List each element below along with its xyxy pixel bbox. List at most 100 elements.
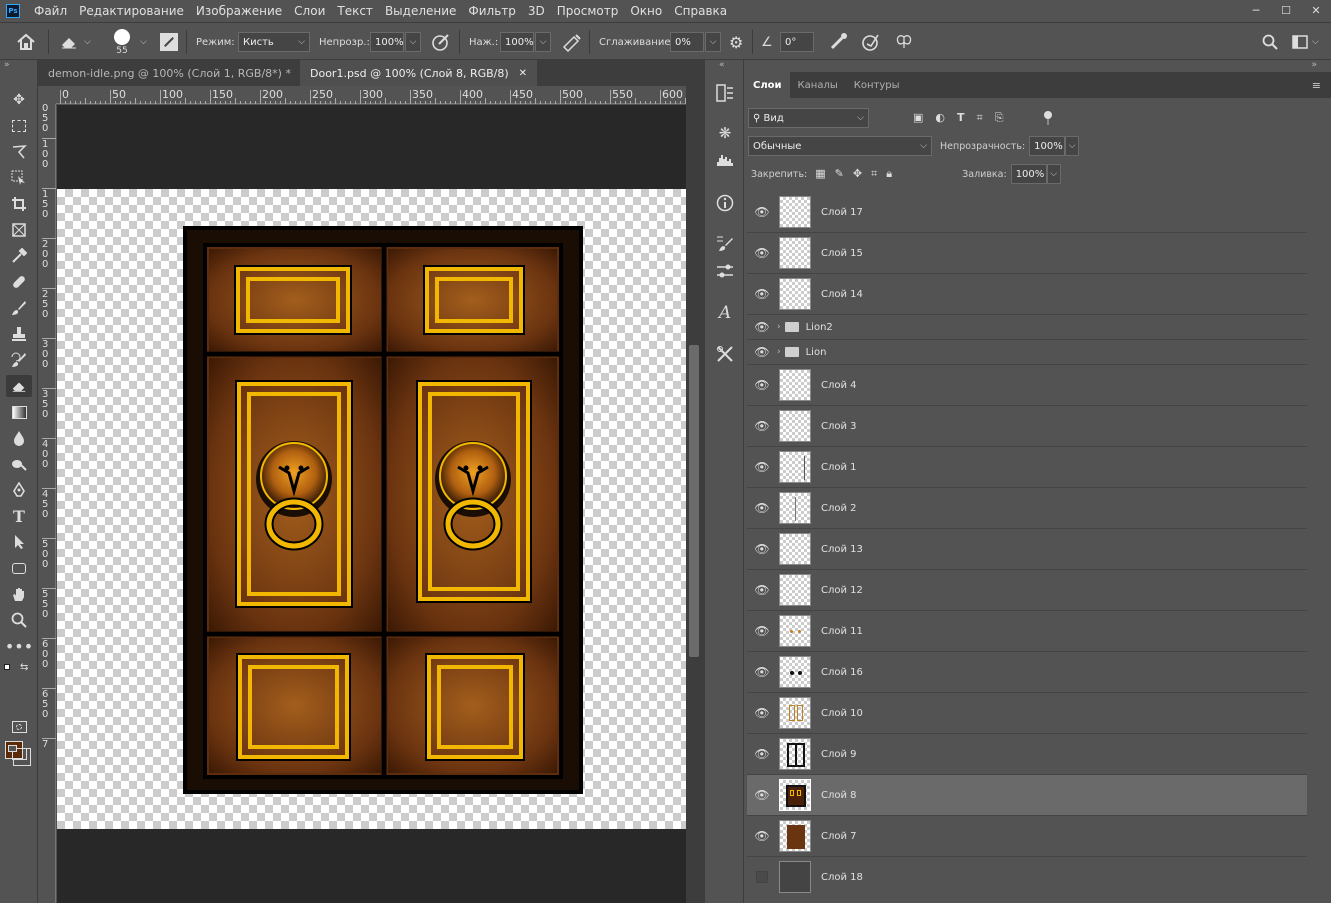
brush-tool-icon[interactable] [6,297,32,319]
menu-window[interactable]: Окно [624,4,668,18]
layer-group-row[interactable]: 👁︎ › Lion [747,340,1307,365]
angle-input[interactable]: 0° [780,32,814,52]
gear-icon[interactable]: ⚙ [729,23,743,61]
lasso-tool-icon[interactable] [6,141,32,163]
quick-mask-icon[interactable] [6,716,32,738]
menu-edit[interactable]: Редактирование [73,4,190,18]
collapse-dock-icon[interactable]: » [1311,60,1317,70]
path-selection-tool-icon[interactable] [6,531,32,553]
close-icon[interactable]: ✕ [519,68,527,79]
layer-row[interactable]: 👁︎ Слой 13 [747,529,1307,570]
filter-toggle-icon[interactable] [1043,111,1052,125]
eye-icon[interactable]: 👁︎ [751,378,773,392]
layer-row[interactable]: 👁︎ Слой 12 [747,570,1307,611]
doc-tab-door1[interactable]: Door1.psd @ 100% (Слой 8, RGB/8) ✕ [300,60,538,86]
filter-shape-icon[interactable]: ⌗ [977,111,983,125]
hand-tool-icon[interactable] [6,583,32,605]
crop-tool-icon[interactable] [6,193,32,215]
eye-icon[interactable]: 👁︎ [751,624,773,638]
minimize-icon[interactable]: ─ [1241,0,1271,20]
zoom-tool-icon[interactable] [6,609,32,631]
canvas-scroll-thumb[interactable] [689,345,699,657]
brush-presets-panel-icon[interactable] [713,232,737,254]
smoothing-input[interactable]: 0% [670,32,704,52]
flow-slider-toggle[interactable]: ⌵ [535,32,551,52]
layer-group-row[interactable]: 👁︎ › Lion2 [747,315,1307,340]
search-icon[interactable] [1262,23,1278,61]
lock-artboard-icon[interactable]: ⌗ [871,167,877,181]
eye-icon[interactable]: 👁︎ [751,583,773,597]
layer-fill-input[interactable]: 100% [1010,164,1047,184]
histogram-panel-icon[interactable] [713,149,737,171]
blur-tool-icon[interactable] [6,427,32,449]
maximize-icon[interactable]: ☐ [1271,0,1301,20]
eye-icon[interactable]: 👁︎ [751,542,773,556]
layer-row[interactable]: 👁︎ Слой 3 [747,406,1307,447]
blend-mode-dropdown[interactable]: Обычные ⌵ [748,136,932,156]
layer-opacity-input[interactable]: 100% [1029,136,1066,156]
adjustments-panel-icon[interactable] [713,260,737,282]
pressure-icon[interactable] [861,23,881,61]
menu-view[interactable]: Просмотр [551,4,625,18]
gradient-tool-icon[interactable] [6,401,32,423]
default-colors-icon[interactable] [4,664,14,672]
eye-icon[interactable]: 👁︎ [751,829,773,843]
menu-3d[interactable]: 3D [522,4,551,18]
filter-smart-object-icon[interactable]: ⎘ [995,111,1004,125]
opacity-slider-toggle[interactable]: ⌵ [405,32,421,52]
chevron-right-icon[interactable]: › [777,322,781,332]
layer-row[interactable]: 👁︎ Слой 17 [747,192,1307,233]
filter-pixel-icon[interactable]: ▣ [913,111,923,125]
layer-row[interactable]: 👁︎ Слой 8 [747,775,1307,816]
layer-row[interactable]: 👁︎ Слой 2 [747,488,1307,529]
rectangle-tool-icon[interactable] [6,557,32,579]
doc-tab-demon-idle[interactable]: demon-idle.png @ 100% (Слой 1, RGB/8*) *… [38,60,309,86]
eraser-preset-picker[interactable]: ⌵ [60,23,91,61]
healing-brush-tool-icon[interactable] [6,271,32,293]
layer-opacity-slider-toggle[interactable]: ⌵ [1065,136,1080,156]
visibility-toggle[interactable] [756,871,768,883]
layer-row[interactable]: 👁︎ Слой 9 [747,734,1307,775]
type-tool-icon[interactable]: T [6,505,32,527]
eye-icon[interactable]: 👁︎ [751,788,773,802]
eye-icon[interactable]: 👁︎ [751,665,773,679]
eye-icon[interactable]: 👁︎ [751,287,773,301]
mode-dropdown[interactable]: Кисть ⌵ [238,32,310,52]
menu-layers[interactable]: Слои [288,4,331,18]
pen-tool-icon[interactable] [6,479,32,501]
eye-icon[interactable]: 👁︎ [751,501,773,515]
lock-all-icon[interactable]: 🔒︎ [886,167,892,181]
layer-row[interactable]: Слой 18 [747,857,1307,897]
brush-settings-icon[interactable] [160,23,178,61]
eye-icon[interactable]: 👁︎ [751,246,773,260]
panel-menu-icon[interactable]: ≡ [1312,79,1321,92]
lock-pixels-icon[interactable]: ✎ [835,167,844,181]
lock-transparency-icon[interactable]: ▦ [815,167,825,181]
layer-row[interactable]: 👁︎ Слой 16 [747,652,1307,693]
more-tools-icon[interactable]: ••• [5,635,33,657]
tab-layers[interactable]: Слои [745,72,790,98]
smoothing-slider-toggle[interactable]: ⌵ [705,32,721,52]
lock-position-icon[interactable]: ✥ [853,167,862,181]
chevron-right-icon[interactable]: › [777,347,781,357]
eye-icon[interactable]: 👁︎ [751,419,773,433]
move-tool-icon[interactable]: ✥ [6,89,32,111]
eraser-tool-icon[interactable] [6,375,32,397]
info-panel-icon[interactable] [713,192,737,214]
menu-file[interactable]: Файл [28,4,73,18]
layer-row[interactable]: 👁︎ Слой 1 [747,447,1307,488]
layer-row[interactable]: 👁︎ Слой 14 [747,274,1307,315]
menu-image[interactable]: Изображение [190,4,288,18]
menu-type[interactable]: Текст [331,4,379,18]
layer-row[interactable]: 👁︎ Слой 11 [747,611,1307,652]
symmetry-icon[interactable] [894,23,914,61]
tab-paths[interactable]: Контуры [846,72,908,98]
menu-help[interactable]: Справка [668,4,733,18]
close-icon[interactable]: ✕ [1301,0,1331,20]
character-panel-icon[interactable]: A [713,302,737,324]
layer-row[interactable]: 👁︎ Слой 7 [747,816,1307,857]
layer-row[interactable]: 👁︎ Слой 10 [747,693,1307,734]
collapse-panels-icon[interactable]: « [719,60,725,70]
layer-fill-slider-toggle[interactable]: ⌵ [1046,164,1061,184]
eye-icon[interactable]: 👁︎ [751,345,773,359]
